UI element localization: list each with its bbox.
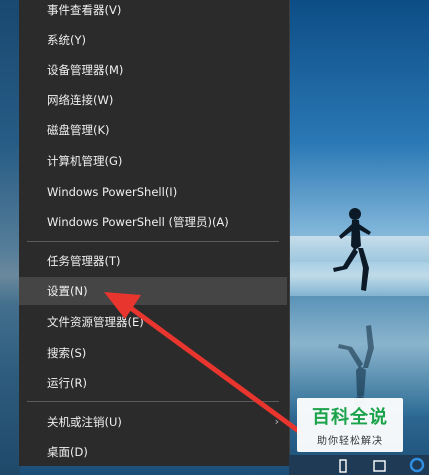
watermark-title: 百科全说 (312, 407, 388, 428)
menu-item-label: 系统(Y) (47, 33, 86, 47)
menu-item-run[interactable]: 运行(R) (19, 369, 287, 397)
watermark-subtitle: 助你轻松解决 (317, 436, 383, 447)
cortana-icon[interactable] (408, 456, 426, 474)
menu-item-label: 网络连接(W) (47, 93, 114, 107)
menu-item-computer-management[interactable]: 计算机管理(G) (19, 147, 287, 175)
runner-reflection (338, 325, 374, 408)
menu-item-label: 桌面(D) (47, 445, 88, 459)
menu-item-label: 计算机管理(G) (47, 154, 123, 168)
menu-item-label: 任务管理器(T) (47, 254, 121, 268)
menu-item-device-manager[interactable]: 设备管理器(M) (19, 56, 287, 84)
task-view-icon[interactable] (372, 458, 388, 474)
menu-item-label: 磁盘管理(K) (47, 123, 110, 137)
menu-item-task-manager[interactable]: 任务管理器(T) (19, 247, 287, 275)
menu-item-label: 运行(R) (47, 376, 87, 390)
menu-item-event-viewer[interactable]: 事件查看器(V) (19, 0, 287, 24)
menu-item-label: 关机或注销(U) (47, 415, 122, 429)
menu-item-label: 设置(N) (47, 284, 88, 298)
runner-silhouette (333, 208, 371, 291)
menu-item-system[interactable]: 系统(Y) (19, 26, 287, 54)
menu-item-shutdown-signout[interactable]: 关机或注销(U) › (19, 408, 287, 436)
taskbar-icon[interactable] (336, 458, 350, 474)
menu-item-settings[interactable]: 设置(N) (19, 277, 287, 305)
menu-item-label: Windows PowerShell (管理员)(A) (47, 215, 229, 229)
desktop-edge (0, 0, 20, 475)
menu-item-label: Windows PowerShell(I) (47, 185, 178, 199)
menu-item-label: 设备管理器(M) (47, 63, 124, 77)
menu-item-disk-management[interactable]: 磁盘管理(K) (19, 116, 287, 144)
watermark-badge: 百科全说 助你轻松解决 (297, 398, 403, 452)
menu-divider (27, 241, 279, 242)
menu-divider (27, 401, 279, 402)
winx-context-menu: 事件查看器(V) 系统(Y) 设备管理器(M) 网络连接(W) 磁盘管理(K) … (19, 0, 290, 466)
menu-item-network-connections[interactable]: 网络连接(W) (19, 86, 287, 114)
menu-item-file-explorer[interactable]: 文件资源管理器(E) (19, 308, 287, 336)
menu-item-desktop[interactable]: 桌面(D) (19, 438, 287, 466)
menu-item-powershell-admin[interactable]: Windows PowerShell (管理员)(A) (19, 208, 287, 236)
menu-item-label: 文件资源管理器(E) (47, 315, 144, 329)
menu-item-label: 事件查看器(V) (47, 3, 122, 17)
menu-item-search[interactable]: 搜索(S) (19, 339, 287, 367)
menu-item-powershell[interactable]: Windows PowerShell(I) (19, 178, 287, 206)
menu-item-label: 搜索(S) (47, 346, 87, 360)
chevron-right-icon: › (274, 415, 279, 428)
